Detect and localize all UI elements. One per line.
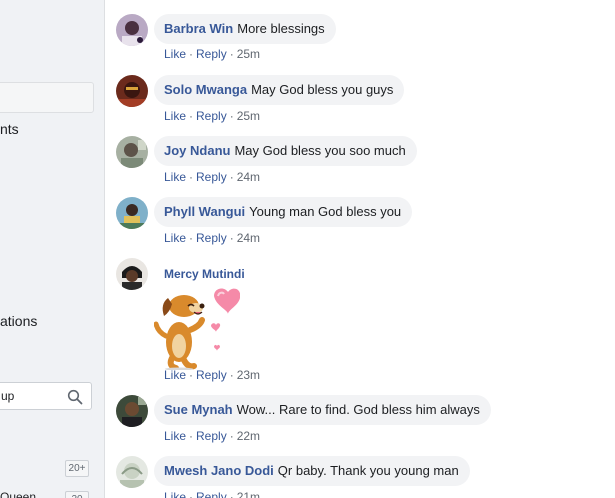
comment-bubble: Barbra Win More blessings: [154, 14, 336, 44]
search-icon[interactable]: [67, 389, 83, 405]
comment-actions: Like · Reply · 23m: [164, 368, 261, 382]
reply-link[interactable]: Reply: [196, 429, 227, 443]
comment-time[interactable]: 23m: [237, 368, 260, 382]
reply-link[interactable]: Reply: [196, 170, 227, 184]
search-placeholder: up: [1, 389, 15, 403]
like-link[interactable]: Like: [164, 490, 186, 498]
comment-text: Qr baby. Thank you young man: [277, 463, 459, 478]
sidebar-item-ations[interactable]: ations: [0, 313, 37, 329]
comment-time[interactable]: 25m: [237, 47, 260, 61]
left-sidebar: nts ations up 20+ Queen 20: [0, 0, 105, 498]
comment-time[interactable]: 24m: [237, 231, 260, 245]
like-link[interactable]: Like: [164, 47, 186, 61]
reply-link[interactable]: Reply: [196, 368, 227, 382]
comment-text: Young man God bless you: [249, 204, 402, 219]
comment-time[interactable]: 24m: [237, 170, 260, 184]
comment-bubble: Solo Mwanga May God bless you guys: [154, 75, 405, 105]
sidebar-count-badge: 20: [65, 491, 89, 498]
avatar[interactable]: [116, 14, 148, 46]
comment-bubble: Phyll Wangui Young man God bless you: [154, 197, 413, 227]
comment-time[interactable]: 25m: [237, 109, 260, 123]
comment-author[interactable]: Mwesh Jano Dodi: [164, 463, 274, 478]
comment-author[interactable]: Solo Mwanga: [164, 82, 247, 97]
avatar[interactable]: [116, 395, 148, 427]
comment-author[interactable]: Joy Ndanu: [164, 143, 230, 158]
like-link[interactable]: Like: [164, 368, 186, 382]
sidebar-selected-item[interactable]: [0, 82, 94, 113]
avatar[interactable]: [116, 197, 148, 229]
comment-actions: Like · Reply · 25m: [164, 47, 261, 61]
comment-text: May God bless you guys: [251, 82, 394, 97]
comment-actions: Like · Reply · 25m: [164, 109, 261, 123]
like-link[interactable]: Like: [164, 109, 186, 123]
comment-time[interactable]: 21m: [237, 490, 260, 498]
comment-actions: Like · Reply · 24m: [164, 170, 261, 184]
comment-time[interactable]: 22m: [237, 429, 260, 443]
like-link[interactable]: Like: [164, 231, 186, 245]
like-link[interactable]: Like: [164, 170, 186, 184]
comment-text: Wow... Rare to find. God bless him alway…: [236, 402, 480, 417]
comment-actions: Like · Reply · 22m: [164, 429, 261, 443]
sidebar-item-nts[interactable]: nts: [0, 121, 19, 137]
reply-link[interactable]: Reply: [196, 490, 227, 498]
comment-author[interactable]: Barbra Win: [164, 21, 233, 36]
comment-bubble: Mwesh Jano Dodi Qr baby. Thank you young …: [154, 456, 470, 486]
comment-text: May God bless you soo much: [234, 143, 406, 158]
comment-author[interactable]: Phyll Wangui: [164, 204, 245, 219]
reply-link[interactable]: Reply: [196, 109, 227, 123]
reply-link[interactable]: Reply: [196, 47, 227, 61]
comment-author[interactable]: Mercy Mutindi: [164, 267, 245, 281]
avatar[interactable]: [116, 456, 148, 488]
comment-author[interactable]: Sue Mynah: [164, 402, 233, 417]
comment-actions: Like · Reply · 24m: [164, 231, 261, 245]
comment-bubble: Joy Ndanu May God bless you soo much: [154, 136, 417, 166]
reply-link[interactable]: Reply: [196, 231, 227, 245]
comment-actions: Like · Reply · 21m: [164, 490, 260, 498]
like-link[interactable]: Like: [164, 429, 186, 443]
avatar[interactable]: [116, 136, 148, 168]
avatar[interactable]: [116, 75, 148, 107]
sidebar-search-input[interactable]: up: [0, 382, 92, 410]
comment-text: More blessings: [237, 21, 325, 36]
sidebar-count-badge: 20+: [65, 460, 89, 477]
dog-hearts-sticker[interactable]: [154, 286, 240, 370]
comment-bubble: Sue Mynah Wow... Rare to find. God bless …: [154, 395, 491, 425]
avatar[interactable]: [116, 258, 148, 290]
sidebar-item-queen[interactable]: Queen: [0, 490, 36, 498]
comments-screen: nts ations up 20+ Queen 20 Barbra Win Mor…: [0, 0, 615, 498]
